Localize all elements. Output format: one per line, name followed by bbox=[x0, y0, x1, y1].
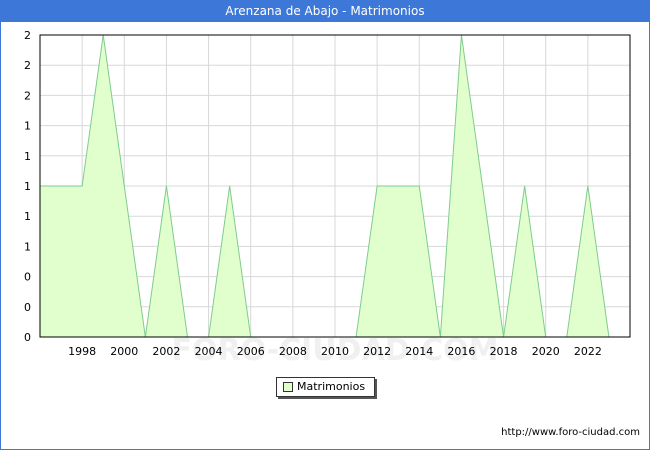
y-tick-label: 0 bbox=[24, 271, 31, 284]
y-tick-label: 0 bbox=[24, 331, 31, 344]
source-link[interactable]: http://www.foro-ciudad.com bbox=[501, 427, 640, 438]
x-tick-label: 2000 bbox=[110, 345, 138, 358]
x-axis: 1998 2000 2002 2004 2006 2008 2010 2012 2014 2016… bbox=[68, 345, 602, 358]
x-tick-label: 2018 bbox=[490, 345, 518, 358]
x-tick-label: 1998 bbox=[68, 345, 96, 358]
x-tick-label: 2012 bbox=[363, 345, 391, 358]
x-tick-label: 2014 bbox=[405, 345, 433, 358]
legend-swatch bbox=[283, 382, 293, 392]
legend: Matrimonios bbox=[276, 377, 375, 397]
x-tick-label: 2002 bbox=[152, 345, 180, 358]
x-tick-label: 2020 bbox=[532, 345, 560, 358]
y-tick-label: 1 bbox=[24, 180, 31, 193]
x-tick-label: 2008 bbox=[279, 345, 307, 358]
y-tick-label: 0 bbox=[24, 301, 31, 314]
x-tick-label: 2016 bbox=[447, 345, 475, 358]
legend-label: Matrimonios bbox=[297, 380, 366, 393]
x-tick-label: 2010 bbox=[321, 345, 349, 358]
y-tick-label: 2 bbox=[24, 89, 31, 102]
y-tick-label: 1 bbox=[24, 210, 31, 223]
x-tick-label: 2006 bbox=[237, 345, 265, 358]
x-tick-label: 2004 bbox=[195, 345, 223, 358]
y-tick-label: 2 bbox=[24, 29, 31, 42]
y-tick-label: 1 bbox=[24, 120, 31, 133]
y-axis: 0 0 0 1 1 1 1 1 2 2 2 bbox=[24, 29, 31, 344]
y-tick-label: 1 bbox=[24, 240, 31, 253]
y-tick-label: 2 bbox=[24, 59, 31, 72]
x-tick-label: 2022 bbox=[574, 345, 602, 358]
y-tick-label: 1 bbox=[24, 150, 31, 163]
